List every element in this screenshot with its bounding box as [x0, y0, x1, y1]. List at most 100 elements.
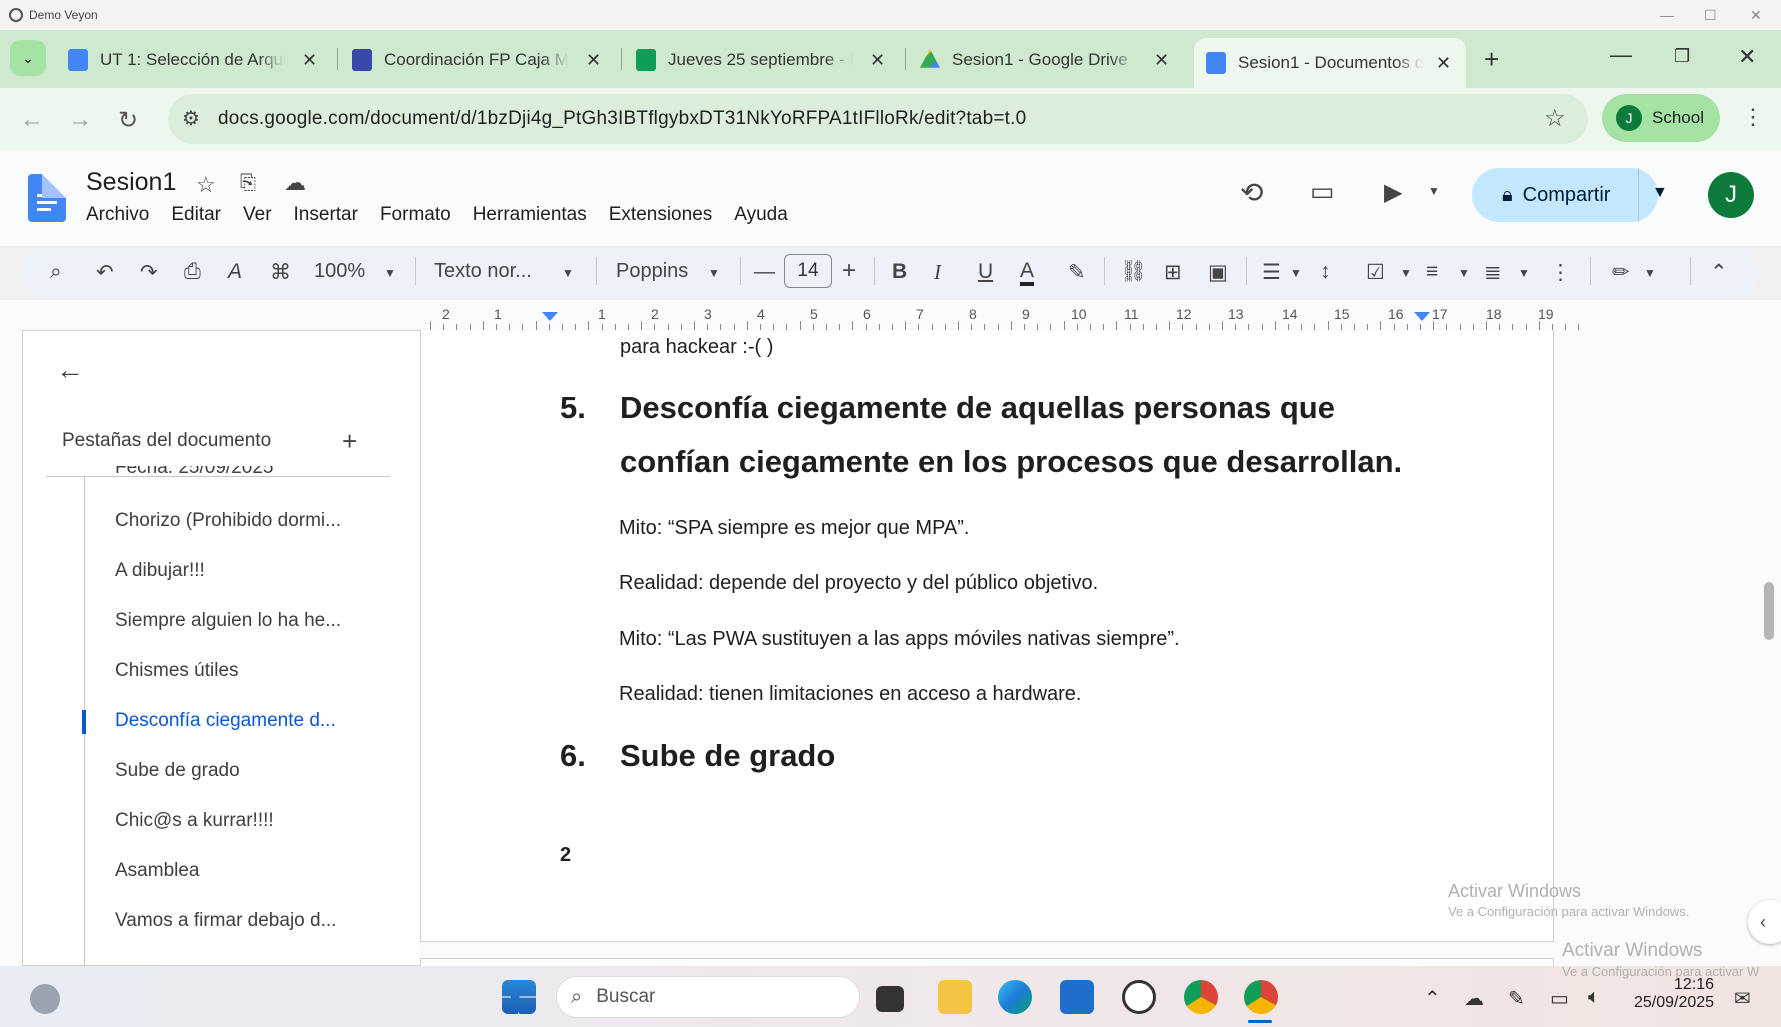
- line-spacing-icon[interactable]: ↕: [1320, 260, 1331, 284]
- menu-archivo[interactable]: Archivo: [86, 204, 149, 226]
- ruler[interactable]: 2 1 1 2 3 4 5 6 7 8 9 10 11 12 13 14 15 …: [420, 302, 1580, 332]
- vertical-scrollbar[interactable]: [1764, 582, 1774, 640]
- sidebar-item-vamos-a-firmar[interactable]: Vamos a firmar debajo d...: [115, 910, 336, 932]
- close-window-button[interactable]: ✕: [1738, 44, 1756, 70]
- body-paragraph[interactable]: para hackear :-( ): [620, 336, 773, 359]
- user-avatar[interactable]: J: [1708, 172, 1754, 218]
- outer-minimize-button[interactable]: —: [1660, 7, 1674, 23]
- heading-section-6[interactable]: Sube de grado: [620, 738, 835, 774]
- menu-ver[interactable]: Ver: [243, 204, 272, 226]
- site-settings-icon[interactable]: ⚙: [182, 106, 200, 131]
- url-text[interactable]: docs.google.com/document/d/1bzDji4g_PtGh…: [218, 108, 1026, 130]
- right-indent-marker[interactable]: [1414, 312, 1430, 321]
- spellcheck-icon[interactable]: A: [228, 260, 242, 284]
- menu-insertar[interactable]: Insertar: [294, 204, 358, 226]
- heading-section-5-line2[interactable]: confían ciegamente en los procesos que d…: [620, 444, 1402, 480]
- body-paragraph[interactable]: Realidad: tienen limitaciones en acceso …: [619, 683, 1082, 706]
- browser-tab[interactable]: UT 1: Selección de Arquitectura ✕: [56, 38, 317, 82]
- star-icon[interactable]: ☆: [196, 172, 216, 198]
- add-comment-icon[interactable]: ⊞: [1164, 260, 1182, 285]
- meet-icon[interactable]: ▶: [1384, 178, 1402, 207]
- bookmark-star-icon[interactable]: ☆: [1544, 104, 1566, 133]
- tray-overflow-icon[interactable]: ⌃: [1424, 986, 1441, 1011]
- text-color-button[interactable]: A: [1020, 260, 1035, 286]
- chevron-down-icon[interactable]: ▼: [1458, 266, 1470, 280]
- numbered-list-icon[interactable]: ≣: [1484, 260, 1502, 285]
- heading-section-5-line1[interactable]: Desconfía ciegamente de aquellas persona…: [620, 390, 1335, 426]
- font-select[interactable]: Poppins: [616, 260, 688, 283]
- chevron-down-icon[interactable]: ▼: [562, 266, 574, 280]
- notifications-icon[interactable]: ✉: [1734, 986, 1751, 1011]
- add-tab-button[interactable]: +: [342, 426, 357, 457]
- menu-herramientas[interactable]: Herramientas: [473, 204, 587, 226]
- browser-tab-active[interactable]: Sesion1 - Documentos de Google ✕: [1194, 38, 1466, 88]
- tab-search-button[interactable]: ⌄: [10, 40, 46, 76]
- edit-mode-icon[interactable]: ✏: [1612, 260, 1630, 285]
- chevron-down-icon[interactable]: ▼: [708, 266, 720, 280]
- edge-icon[interactable]: [998, 980, 1032, 1014]
- reload-button[interactable]: ↻: [118, 106, 138, 135]
- new-tab-button[interactable]: +: [1484, 44, 1499, 75]
- chevron-down-icon[interactable]: ▼: [1400, 266, 1412, 280]
- taskbar-clock[interactable]: 12:16 25/09/2025: [1634, 976, 1714, 1012]
- forward-button[interactable]: →: [68, 106, 92, 134]
- chevron-down-icon[interactable]: ▼: [1290, 266, 1302, 280]
- chrome-icon[interactable]: [1184, 980, 1218, 1014]
- sidebar-item-desconfia[interactable]: Desconfía ciegamente d...: [115, 710, 336, 732]
- comments-icon[interactable]: ▭: [1310, 176, 1335, 207]
- underline-button[interactable]: U: [978, 260, 993, 284]
- network-icon[interactable]: ▭: [1550, 986, 1569, 1011]
- chevron-down-icon[interactable]: ▼: [1652, 184, 1668, 202]
- browser-menu-icon[interactable]: ⋮: [1742, 104, 1764, 130]
- docs-logo-icon[interactable]: [28, 174, 66, 222]
- menu-ayuda[interactable]: Ayuda: [734, 204, 788, 226]
- sidebar-item-chismes-utiles[interactable]: Chismes útiles: [115, 660, 239, 682]
- body-paragraph[interactable]: Mito: “Las PWA sustituyen a las apps móv…: [619, 628, 1180, 651]
- chevron-down-icon[interactable]: ▼: [1644, 266, 1656, 280]
- undo-icon[interactable]: ↶: [96, 260, 114, 285]
- search-icon[interactable]: ⌕: [50, 260, 62, 284]
- outer-close-button[interactable]: ✕: [1750, 7, 1762, 24]
- menu-extensiones[interactable]: Extensiones: [609, 204, 713, 226]
- file-explorer-icon[interactable]: [938, 980, 972, 1014]
- more-icon[interactable]: ⋮: [1550, 260, 1571, 285]
- close-icon[interactable]: ✕: [1436, 53, 1454, 74]
- widgets-icon[interactable]: [30, 984, 60, 1014]
- bullet-list-icon[interactable]: ≡: [1426, 260, 1438, 284]
- history-icon[interactable]: ⟲: [1240, 176, 1263, 209]
- left-indent-marker[interactable]: [542, 312, 558, 321]
- sidebar-item-asamblea[interactable]: Asamblea: [115, 860, 200, 882]
- italic-button[interactable]: I: [934, 260, 941, 285]
- task-view-icon[interactable]: [876, 986, 904, 1012]
- bold-button[interactable]: B: [892, 260, 907, 284]
- increase-font-button[interactable]: +: [842, 257, 856, 285]
- outer-maximize-button[interactable]: ☐: [1704, 7, 1717, 24]
- sidebar-item-chorizo[interactable]: Chorizo (Prohibido dormi...: [115, 510, 341, 532]
- redo-icon[interactable]: ↷: [140, 260, 158, 285]
- browser-tab[interactable]: Sesion1 - Google Drive ✕: [908, 38, 1169, 82]
- browser-tab[interactable]: Coordinación FP Caja Mágica ✕: [340, 38, 601, 82]
- body-paragraph[interactable]: Mito: “SPA siempre es mejor que MPA”.: [619, 517, 969, 540]
- align-icon[interactable]: ☰: [1262, 260, 1281, 285]
- menu-editar[interactable]: Editar: [171, 204, 221, 226]
- chevron-down-icon[interactable]: ▼: [1428, 184, 1440, 198]
- chrome-profile-icon[interactable]: [1244, 980, 1278, 1014]
- taskbar-search[interactable]: ⌕ Buscar: [556, 976, 860, 1018]
- sidebar-item-sube-de-grado[interactable]: Sube de grado: [115, 760, 240, 782]
- sidebar-item-siempre-alguien[interactable]: Siempre alguien lo ha he...: [115, 610, 341, 632]
- style-select[interactable]: Texto nor...: [434, 260, 532, 283]
- checklist-icon[interactable]: ☑: [1366, 260, 1385, 285]
- onedrive-icon[interactable]: ☁: [1464, 986, 1484, 1011]
- veyon-icon[interactable]: [1122, 980, 1156, 1014]
- document-title[interactable]: Sesion1: [86, 168, 176, 197]
- back-arrow-icon[interactable]: ←: [56, 354, 84, 386]
- decrease-font-button[interactable]: —: [754, 260, 775, 284]
- font-size-input[interactable]: 14: [784, 254, 832, 288]
- chevron-down-icon[interactable]: ▼: [384, 266, 396, 280]
- sidebar-item-chicos-a-kurrar[interactable]: Chic@s a kurrar!!!!: [115, 810, 274, 832]
- chevron-down-icon[interactable]: ▼: [1518, 266, 1530, 280]
- body-paragraph[interactable]: Realidad: depende del proyecto y del púb…: [619, 572, 1098, 595]
- restore-button[interactable]: ❐: [1674, 46, 1690, 67]
- move-folder-icon[interactable]: ⎘: [240, 172, 256, 195]
- zoom-select[interactable]: 100%: [314, 260, 365, 283]
